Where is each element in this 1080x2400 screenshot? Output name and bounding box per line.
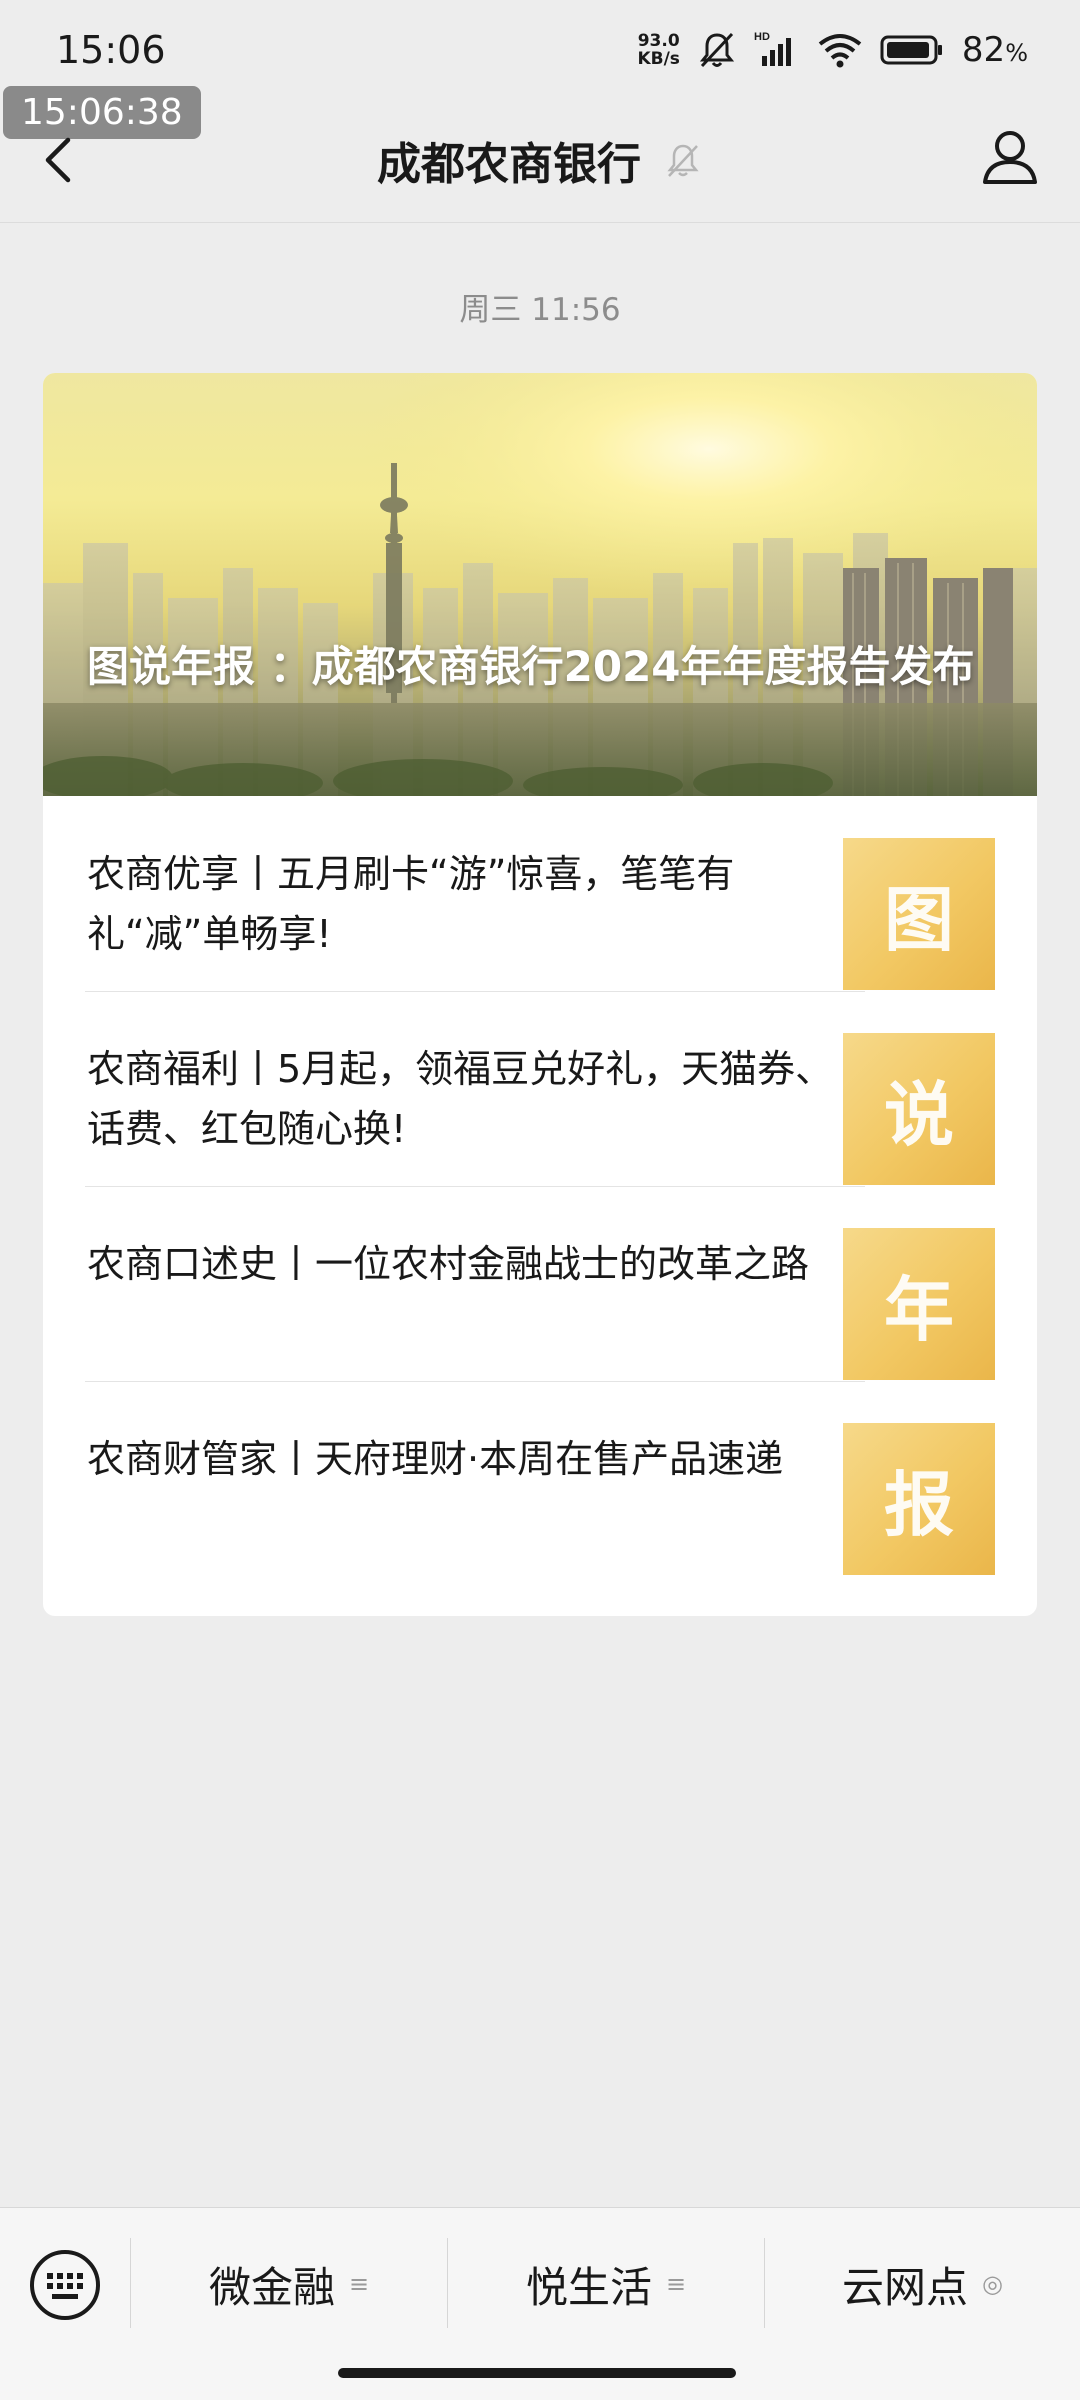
list-item-title: 农商优享丨五月刷卡“游”惊喜，笔笔有礼“减”单畅享! xyxy=(87,852,735,956)
city-skyline-image xyxy=(43,373,1037,796)
list-item-thumbnail: 图 xyxy=(843,838,995,990)
menu-item-label: 微金融 xyxy=(208,2262,335,2312)
article-list: 农商优享丨五月刷卡“游”惊喜，笔笔有礼“减”单畅享! 图 农商福利丨5月起，领福… xyxy=(43,796,1037,1576)
status-time: 15:06 xyxy=(56,28,166,72)
mini-program-icon: ◎ xyxy=(982,2270,1003,2298)
status-bar: 15:06 93.0 KB/s HD 82% xyxy=(0,0,1080,100)
article-card[interactable]: 图说年报 ：成都农商银行2024年年度报告发布 农商优享丨五月刷卡“游”惊喜，笔… xyxy=(43,373,1037,1616)
list-item[interactable]: 农商口述史丨一位农村金融战士的改革之路 年 xyxy=(43,1186,1037,1382)
screen: 15:06 93.0 KB/s HD 82% 15:06:38 成都农商银行 周… xyxy=(0,0,1080,2400)
battery-percent: 82% xyxy=(962,30,1028,70)
profile-icon[interactable] xyxy=(980,126,1040,186)
menu-item-yue-life[interactable]: 悦生活 ≡ xyxy=(448,2252,764,2316)
menu-item-label: 云网点 xyxy=(842,2262,969,2312)
list-item-title: 农商财管家丨天府理财·本周在售产品速递 xyxy=(87,1437,784,1481)
status-icons: 93.0 KB/s HD 82% xyxy=(637,24,1028,76)
list-item-title: 农商福利丨5月起，领福豆兑好礼，天猫券、话费、红包随心换! xyxy=(87,1047,834,1151)
list-item[interactable]: 农商福利丨5月起，领福豆兑好礼，天猫券、话费、红包随心换! 说 xyxy=(43,991,1037,1187)
svg-text:HD: HD xyxy=(754,31,770,43)
mute-bell-icon xyxy=(699,32,735,68)
submenu-icon: ≡ xyxy=(665,2270,687,2298)
keyboard-icon[interactable] xyxy=(28,2248,102,2322)
menu-item-label: 悦生活 xyxy=(525,2262,652,2312)
network-speed: 93.0 KB/s xyxy=(637,32,679,68)
cellular-signal-icon: HD xyxy=(754,31,791,66)
list-item-title: 农商口述史丨一位农村金融战士的改革之路 xyxy=(87,1242,810,1286)
list-item-thumbnail: 年 xyxy=(843,1228,995,1380)
nav-bar: 成都农商银行 xyxy=(0,100,1080,223)
nav-title-group: 成都农商银行 xyxy=(0,128,1080,192)
list-item[interactable]: 农商优享丨五月刷卡“游”惊喜，笔笔有礼“减”单畅享! 图 xyxy=(43,796,1037,992)
list-item[interactable]: 农商财管家丨天府理财·本周在售产品速递 报 xyxy=(43,1381,1037,1576)
list-item-thumbnail: 说 xyxy=(843,1033,995,1185)
message-timestamp: 周三 11:56 xyxy=(459,292,621,328)
hero-article-title: 图说年报 ：成都农商银行2024年年度报告发布 xyxy=(87,642,975,691)
menu-item-wei-finance[interactable]: 微金融 ≡ xyxy=(131,2252,447,2316)
battery-icon xyxy=(880,35,942,65)
list-item-thumbnail: 报 xyxy=(843,1423,995,1575)
submenu-icon: ≡ xyxy=(348,2270,370,2298)
wifi-icon xyxy=(818,34,862,68)
battery-percent-unit: % xyxy=(1005,39,1028,67)
hero-article[interactable]: 图说年报 ：成都农商银行2024年年度报告发布 xyxy=(43,373,1037,796)
menu-item-cloud-branch[interactable]: 云网点 ◎ xyxy=(765,2252,1080,2316)
home-indicator[interactable] xyxy=(338,2368,736,2378)
network-speed-value: 93.0 xyxy=(637,31,680,51)
network-speed-unit: KB/s xyxy=(637,49,680,69)
battery-percent-value: 82 xyxy=(961,30,1006,70)
page-title: 成都农商银行 xyxy=(377,139,641,190)
muted-notification-icon xyxy=(667,144,699,177)
